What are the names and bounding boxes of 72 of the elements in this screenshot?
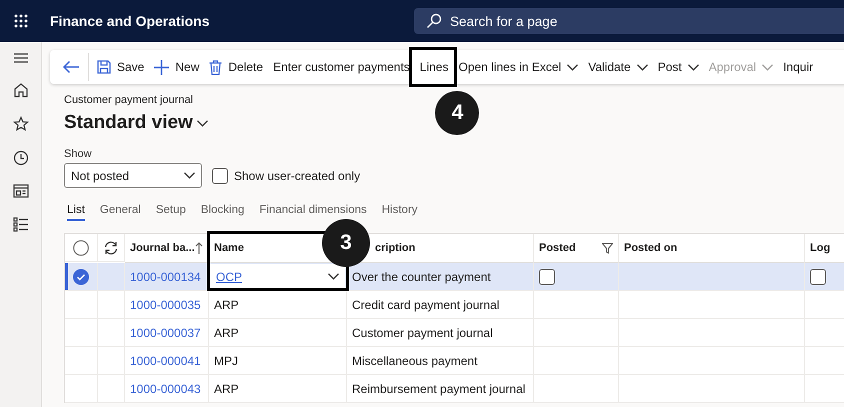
table-cell: MPJ bbox=[209, 347, 347, 375]
star-icon[interactable] bbox=[12, 116, 28, 132]
column-header[interactable]: Name bbox=[214, 242, 244, 254]
table-cell: Credit card payment journal bbox=[347, 291, 534, 319]
caret-icon bbox=[567, 64, 578, 70]
tab[interactable]: Blocking bbox=[200, 204, 244, 221]
toolbar-button[interactable]: Inquir bbox=[778, 53, 818, 81]
search-icon bbox=[426, 13, 442, 29]
app-title: Finance and Operations bbox=[49, 13, 210, 29]
checkbox[interactable] bbox=[539, 268, 555, 284]
caret-icon bbox=[196, 120, 208, 126]
row-selected-icon[interactable] bbox=[73, 268, 89, 284]
tab[interactable]: General bbox=[100, 204, 141, 221]
column-header[interactable]: Log bbox=[810, 242, 830, 254]
clock-icon[interactable] bbox=[12, 150, 28, 166]
callout-badge: 3 bbox=[322, 219, 370, 267]
caret-icon bbox=[688, 64, 699, 70]
column-header[interactable]: cription bbox=[375, 242, 416, 254]
save-icon bbox=[97, 60, 111, 74]
journal-link[interactable]: 1000-000043 bbox=[130, 382, 201, 396]
app-launcher-icon[interactable] bbox=[14, 14, 28, 28]
checkbox[interactable] bbox=[810, 268, 826, 284]
select-all-icon[interactable] bbox=[73, 240, 89, 256]
back-arrow-icon bbox=[62, 60, 80, 74]
journal-link[interactable]: 1000-000041 bbox=[130, 354, 201, 368]
name-field[interactable]: OCP bbox=[210, 264, 345, 290]
page-caption: Customer payment journal bbox=[64, 94, 194, 106]
refresh-icon[interactable] bbox=[103, 240, 119, 254]
journal-link[interactable]: 1000-000035 bbox=[130, 298, 201, 312]
callout-frame bbox=[408, 47, 458, 87]
menu-icon[interactable] bbox=[12, 52, 28, 64]
delete-icon bbox=[209, 60, 222, 74]
column-header[interactable]: Journal ba... bbox=[130, 242, 195, 254]
add-icon bbox=[154, 60, 170, 74]
callout-badge: 4 bbox=[435, 91, 480, 135]
toolbar-button[interactable]: Enter customer payments bbox=[268, 53, 415, 81]
journal-link[interactable]: 1000-000134 bbox=[130, 270, 201, 284]
table-cell: ARP bbox=[209, 291, 347, 319]
search-field[interactable]: Search for a page bbox=[414, 8, 844, 34]
toolbar-button[interactable]: Delete bbox=[204, 53, 268, 81]
filter-icon[interactable] bbox=[602, 242, 613, 254]
toolbar-button[interactable]: New bbox=[149, 53, 204, 81]
caret-icon bbox=[328, 273, 339, 280]
table-cell: Reimbursement payment journal bbox=[347, 375, 534, 403]
toolbar-button[interactable]: Save bbox=[92, 53, 150, 81]
field-label: Show bbox=[64, 148, 93, 160]
tab[interactable]: Financial dimensions bbox=[259, 204, 367, 221]
home-icon[interactable] bbox=[12, 82, 28, 98]
menu-button[interactable]: Open lines in Excel bbox=[453, 53, 584, 81]
sort-arrow-icon bbox=[195, 242, 203, 254]
workspace-icon[interactable] bbox=[12, 184, 28, 198]
dropdown-field[interactable]: Not posted bbox=[64, 163, 202, 188]
column-header[interactable]: Posted on bbox=[624, 242, 678, 254]
column-header[interactable]: Posted bbox=[539, 242, 576, 254]
tab[interactable]: List bbox=[67, 204, 85, 221]
journal-link[interactable]: 1000-000037 bbox=[130, 326, 201, 340]
table-cell: Miscellaneous payment bbox=[347, 347, 534, 375]
menu-button[interactable]: Validate bbox=[583, 53, 653, 81]
toolbar-button[interactable]: Lines bbox=[414, 53, 454, 81]
tab[interactable]: Setup bbox=[156, 204, 186, 221]
checkbox[interactable] bbox=[212, 168, 228, 184]
tab[interactable]: History bbox=[382, 204, 418, 221]
checkbox-label: Show user-created only bbox=[234, 168, 360, 182]
table-cell: ARP bbox=[209, 319, 347, 347]
list-icon[interactable] bbox=[12, 216, 28, 232]
table-cell: Over the counter payment bbox=[347, 263, 534, 291]
caret-icon bbox=[184, 172, 195, 179]
table-cell: Customer payment journal bbox=[347, 319, 534, 347]
caret-icon bbox=[636, 64, 648, 70]
caret-icon bbox=[762, 64, 774, 70]
menu-button[interactable]: Post bbox=[652, 53, 704, 81]
table-cell: ARP bbox=[209, 375, 347, 403]
